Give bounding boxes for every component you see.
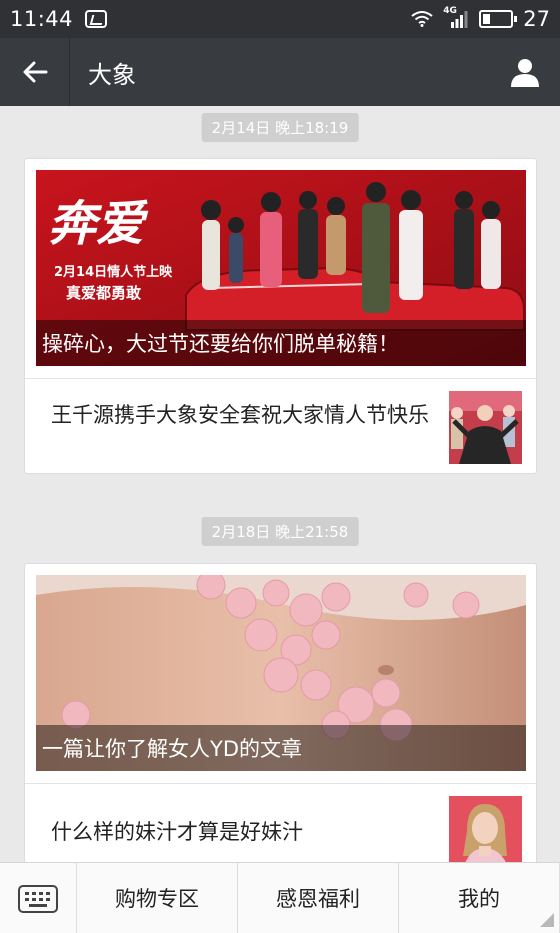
message-timestamp: 2月14日 晚上18:19 [201, 113, 359, 142]
app-notification-icon [85, 10, 108, 28]
status-time: 11:44 [10, 7, 74, 31]
battery-fill [483, 14, 491, 24]
sub-article-item[interactable]: 什么样的妹汁才算是好妹汁 [25, 783, 536, 872]
cover-caption: 操碎心，大过节还要给你们脱单秘籍！ [36, 320, 526, 366]
bottom-menu-bar: 购物专区 感恩福利 我的 [0, 862, 560, 933]
poster-line2: 真爱都勇敢 [66, 284, 142, 302]
article-cover[interactable]: 奔爱 2月14日情人节上映 真爱都勇敢 操碎心，大过节还要给你们脱单秘籍！ [36, 170, 526, 366]
back-button[interactable] [0, 38, 70, 106]
nav-bar: 大象 [0, 38, 560, 106]
profile-button[interactable] [490, 38, 560, 106]
menu-item-shopping[interactable]: 购物专区 [77, 863, 238, 933]
article-cover[interactable]: 一篇让你了解女人YD的文章 [36, 575, 526, 771]
keyboard-icon [18, 885, 58, 913]
cover-caption: 一篇让你了解女人YD的文章 [36, 725, 526, 771]
keyboard-toggle-button[interactable] [0, 863, 77, 933]
status-indicators: 4G 27 [411, 6, 550, 31]
sub-article-thumbnail [449, 391, 522, 464]
arrow-left-icon [23, 61, 47, 83]
battery-icon [479, 10, 518, 28]
sub-article-title: 王千源携手大象安全套祝大家情人节快乐 [51, 403, 429, 427]
menu-item-mine[interactable]: 我的 [399, 863, 560, 933]
message-timestamp: 2月18日 晚上21:58 [201, 517, 359, 546]
poster-title: 奔爱 [48, 196, 149, 252]
wifi-icon [411, 11, 433, 27]
article-card[interactable]: 一篇让你了解女人YD的文章 什么样的妹汁才算是好妹汁 [24, 563, 537, 873]
chat-title: 大象 [88, 60, 136, 89]
person-icon [511, 59, 539, 87]
network-type-label: 4G [443, 6, 457, 16]
poster-line1: 2月14日情人节上映 [54, 264, 173, 280]
corner-indicator [540, 913, 554, 927]
article-card[interactable]: 奔爱 2月14日情人节上映 真爱都勇敢 操碎心，大过节还要给你们脱单秘籍！ 王千… [24, 158, 537, 474]
sub-article-item[interactable]: 王千源携手大象安全套祝大家情人节快乐 [25, 378, 536, 473]
sub-article-thumbnail [449, 796, 522, 869]
sub-article-title: 什么样的妹汁才算是好妹汁 [51, 820, 303, 844]
battery-percent: 27 [523, 7, 550, 31]
status-bar: 11:44 4G 27 [0, 0, 560, 38]
menu-item-benefits[interactable]: 感恩福利 [238, 863, 399, 933]
signal-icon: 4G [443, 6, 469, 28]
